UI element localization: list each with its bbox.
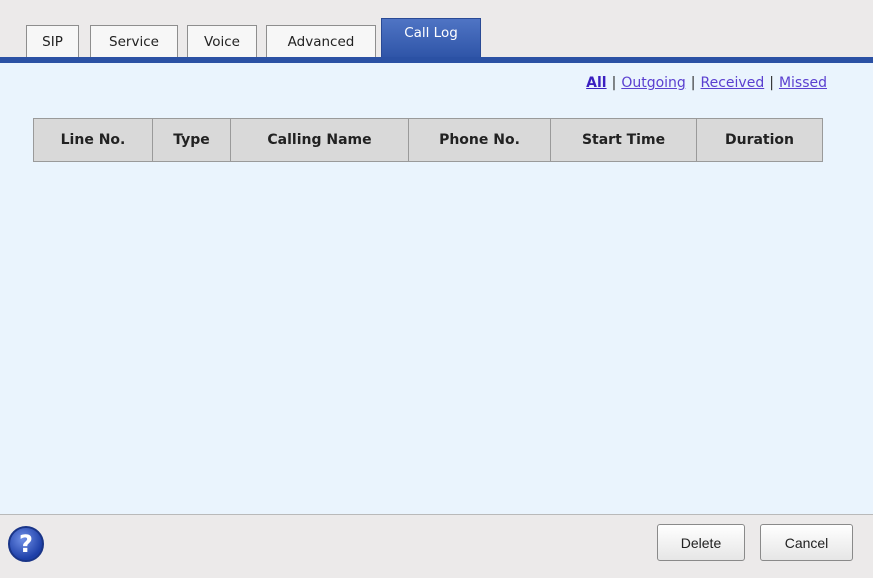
tab-call-log[interactable]: Call Log <box>381 18 481 58</box>
delete-button[interactable]: Delete <box>657 524 745 561</box>
column-header-phone-no: Phone No. <box>408 118 551 162</box>
tab-voice[interactable]: Voice <box>187 25 257 57</box>
tab-sip[interactable]: SIP <box>26 25 79 57</box>
column-header-type: Type <box>152 118 231 162</box>
filter-separator: | <box>611 75 617 91</box>
column-header-calling-name: Calling Name <box>230 118 409 162</box>
filter-received-link[interactable]: Received <box>701 75 765 91</box>
filter-outgoing-link[interactable]: Outgoing <box>621 75 685 91</box>
tab-bar: SIP Service Voice Advanced Call Log <box>0 0 873 63</box>
call-filter-links: All | Outgoing | Received | Missed <box>586 75 827 91</box>
help-icon[interactable]: ? <box>8 526 44 562</box>
filter-missed-link[interactable]: Missed <box>779 75 827 91</box>
call-log-table: Line No. Type Calling Name Phone No. Sta… <box>33 118 823 162</box>
footer-bar: ? Delete Cancel <box>0 514 873 578</box>
cancel-button[interactable]: Cancel <box>760 524 853 561</box>
column-header-line-no: Line No. <box>33 118 153 162</box>
call-log-panel: All | Outgoing | Received | Missed Line No. Ty… <box>0 63 873 514</box>
table-header-row: Line No. Type Calling Name Phone No. Sta… <box>33 118 823 162</box>
column-header-duration: Duration <box>696 118 823 162</box>
filter-all-link[interactable]: All <box>586 75 606 91</box>
filter-separator: | <box>769 75 774 91</box>
column-header-start-time: Start Time <box>550 118 697 162</box>
filter-separator: | <box>690 75 696 91</box>
tab-advanced[interactable]: Advanced <box>266 25 376 57</box>
tab-service[interactable]: Service <box>90 25 178 57</box>
